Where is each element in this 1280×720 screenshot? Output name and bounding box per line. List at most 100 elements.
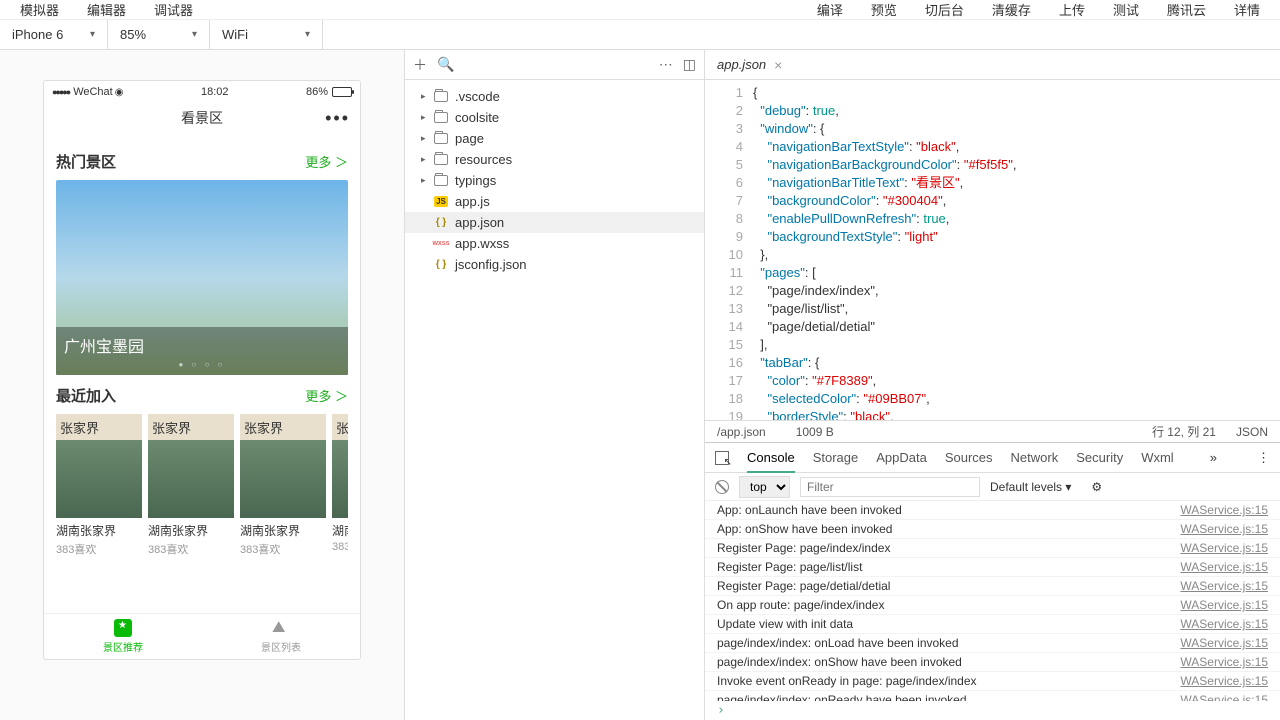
- editor-tab[interactable]: app.json ×: [705, 50, 794, 79]
- menu-item[interactable]: 模拟器: [20, 0, 59, 19]
- source-link[interactable]: WAService.js:15: [1180, 693, 1268, 701]
- menu-item[interactable]: 编译: [817, 0, 843, 19]
- context-select[interactable]: top: [739, 476, 790, 498]
- folder-item[interactable]: ▸coolsite: [405, 107, 704, 128]
- console-line: Register Page: page/list/listWAService.j…: [705, 558, 1280, 577]
- folder-icon: [434, 133, 448, 144]
- devtools-panel: Console Storage AppData Sources Network Secur…: [705, 442, 1280, 720]
- menu-item[interactable]: 测试: [1113, 0, 1139, 19]
- scenic-card[interactable]: 张家界湖南张家界383喜欢: [240, 414, 326, 557]
- folder-item[interactable]: ▸.vscode: [405, 86, 704, 107]
- console-line: App: onShow have been invokedWAService.j…: [705, 520, 1280, 539]
- devtools-tab[interactable]: Security: [1076, 450, 1123, 465]
- expand-icon[interactable]: »: [1210, 450, 1217, 465]
- mountain-icon: [272, 619, 290, 637]
- source-link[interactable]: WAService.js:15: [1180, 598, 1268, 612]
- console-line: page/index/index: onReady have been invo…: [705, 691, 1280, 701]
- zoom-select[interactable]: 85%▾: [108, 20, 210, 49]
- scenic-card[interactable]: 张家界湖南张家界383喜欢: [56, 414, 142, 557]
- tab-recommend[interactable]: 景区推荐: [44, 614, 202, 659]
- simulator-panel: ●●●●● WeChat ◉ 18:02 86% 看景区 ••• 热门景区 更多…: [0, 50, 405, 720]
- tab-bar: 景区推荐 景区列表: [44, 613, 360, 659]
- menu-item[interactable]: 腾讯云: [1167, 0, 1206, 19]
- settings-icon[interactable]: ⚙: [1091, 480, 1102, 494]
- devtools-tab[interactable]: Sources: [945, 450, 993, 465]
- split-icon[interactable]: ◫: [683, 56, 696, 73]
- code-editor: app.json × 12345678910111213141516171819…: [705, 50, 1280, 720]
- source-link[interactable]: WAService.js:15: [1180, 560, 1268, 574]
- menu-item[interactable]: 切后台: [925, 0, 964, 19]
- wifi-icon: ◉: [115, 87, 124, 98]
- phone-statusbar: ●●●●● WeChat ◉ 18:02 86%: [44, 81, 360, 103]
- devtools-tab[interactable]: Storage: [813, 450, 859, 465]
- tab-list[interactable]: 景区列表: [202, 614, 360, 659]
- menu-item[interactable]: 编辑器: [87, 0, 126, 19]
- devtools-tab[interactable]: AppData: [876, 450, 927, 465]
- devtools-tab[interactable]: Console: [747, 450, 795, 473]
- folder-icon: [434, 91, 448, 102]
- element-select-icon[interactable]: [715, 451, 729, 465]
- console-line: App: onLaunch have been invokedWAService…: [705, 501, 1280, 520]
- folder-icon: [434, 112, 448, 123]
- devtools-menu-icon[interactable]: ⋮: [1257, 450, 1270, 466]
- menu-item[interactable]: 预览: [871, 0, 897, 19]
- banner-pagination: ● ○ ○ ○: [56, 360, 348, 369]
- clear-console-icon[interactable]: [715, 480, 729, 494]
- file-item[interactable]: JSapp.js: [405, 191, 704, 212]
- source-link[interactable]: WAService.js:15: [1180, 617, 1268, 631]
- new-file-icon[interactable]: ＋: [413, 55, 427, 75]
- more-icon[interactable]: ⋯: [659, 56, 673, 73]
- file-item[interactable]: { }jsconfig.json: [405, 254, 704, 275]
- scenic-card[interactable]: 张家界湖南张家界383喜欢: [148, 414, 234, 557]
- section-recent-title: 最近加入: [56, 385, 305, 406]
- star-icon: [114, 619, 132, 637]
- menu-item[interactable]: 调试器: [154, 0, 193, 19]
- levels-select[interactable]: Default levels ▾: [990, 480, 1071, 494]
- menu-item[interactable]: 清缓存: [992, 0, 1031, 19]
- console-line: Update view with init dataWAService.js:1…: [705, 615, 1280, 634]
- console-line: page/index/index: onShow have been invok…: [705, 653, 1280, 672]
- console-line: On app route: page/index/indexWAService.…: [705, 596, 1280, 615]
- battery-icon: [332, 87, 352, 97]
- file-explorer: ＋ 🔍 ⋯ ◫ ▸.vscode▸coolsite▸page▸resources…: [405, 50, 705, 720]
- app-title: 看景区: [181, 108, 223, 128]
- source-link[interactable]: WAService.js:15: [1180, 655, 1268, 669]
- section-hot-title: 热门景区: [56, 151, 305, 172]
- app-navbar: 看景区 •••: [44, 103, 360, 133]
- source-link[interactable]: WAService.js:15: [1180, 674, 1268, 688]
- menu-dots-icon[interactable]: •••: [325, 108, 350, 129]
- file-item[interactable]: wxssapp.wxss: [405, 233, 704, 254]
- folder-item[interactable]: ▸resources: [405, 149, 704, 170]
- search-icon[interactable]: 🔍: [437, 56, 454, 73]
- source-link[interactable]: WAService.js:15: [1180, 636, 1268, 650]
- device-select[interactable]: iPhone 6▾: [0, 20, 108, 49]
- menubar: 模拟器 编辑器 调试器 编译 预览 切后台 清缓存 上传 测试 腾讯云 详情: [0, 0, 1280, 20]
- folder-icon: [434, 154, 448, 165]
- banner-image[interactable]: 广州宝墨园 ● ○ ○ ○: [56, 180, 348, 375]
- source-link[interactable]: WAService.js:15: [1180, 522, 1268, 536]
- menu-item[interactable]: 详情: [1234, 0, 1260, 19]
- source-link[interactable]: WAService.js:15: [1180, 503, 1268, 517]
- close-icon[interactable]: ×: [774, 57, 782, 73]
- console-prompt[interactable]: ›: [705, 701, 1280, 720]
- code-content[interactable]: { "debug": true, "window": { "navigation…: [753, 80, 1280, 420]
- more-link[interactable]: 更多 ＞: [305, 152, 348, 171]
- scenic-card[interactable]: 张家界湖南3831: [332, 414, 348, 557]
- devtools-tab[interactable]: Network: [1011, 450, 1059, 465]
- source-link[interactable]: WAService.js:15: [1180, 579, 1268, 593]
- devtools-tab[interactable]: Wxml: [1141, 450, 1174, 465]
- console-line: Register Page: page/detial/detialWAServi…: [705, 577, 1280, 596]
- menu-item[interactable]: 上传: [1059, 0, 1085, 19]
- network-select[interactable]: WiFi▾: [210, 20, 323, 49]
- file-item[interactable]: { }app.json: [405, 212, 704, 233]
- folder-item[interactable]: ▸page: [405, 128, 704, 149]
- folder-item[interactable]: ▸typings: [405, 170, 704, 191]
- filter-input[interactable]: [800, 477, 980, 497]
- console-line: page/index/index: onLoad have been invok…: [705, 634, 1280, 653]
- sim-toolbar: iPhone 6▾ 85%▾ WiFi▾: [0, 20, 1280, 50]
- editor-statusbar: /app.json 1009 B 行 12, 列 21 JSON: [705, 420, 1280, 442]
- source-link[interactable]: WAService.js:15: [1180, 541, 1268, 555]
- console-line: Register Page: page/index/indexWAService…: [705, 539, 1280, 558]
- console-line: Invoke event onReady in page: page/index…: [705, 672, 1280, 691]
- more-link[interactable]: 更多 ＞: [305, 386, 348, 405]
